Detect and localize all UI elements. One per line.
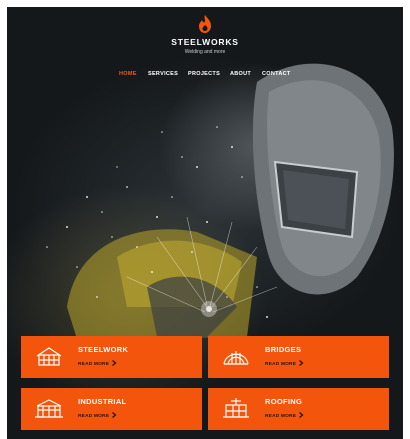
card-title: ROOFING	[265, 397, 303, 406]
card-title: INDUSTRIAL	[78, 397, 127, 406]
warehouse-icon	[36, 347, 62, 366]
card-title: BRIDGES	[265, 345, 302, 354]
nav-services[interactable]: SERVICES	[148, 71, 178, 77]
service-card-bridges[interactable]: BRIDGES READ MORE	[208, 336, 389, 378]
service-card-roofing[interactable]: ROOFING READ MORE	[208, 388, 389, 430]
main-nav: HOME SERVICES PROJECTS ABOUT CONTACT	[7, 71, 403, 81]
service-card-steelwork[interactable]: STEELWORK READ MORE	[21, 336, 202, 378]
flame-logo-icon[interactable]	[196, 14, 214, 34]
chevron-right-icon	[299, 412, 304, 418]
service-card-industrial[interactable]: INDUSTRIAL READ MORE	[21, 388, 202, 430]
chevron-right-icon	[112, 360, 117, 366]
card-title: STEELWORK	[78, 345, 129, 354]
page-frame: STEELWORKS Welding and more HOME SERVICE…	[7, 7, 403, 439]
nav-projects[interactable]: PROJECTS	[188, 71, 220, 77]
nav-contact[interactable]: CONTACT	[262, 71, 291, 77]
brand-tagline: Welding and more	[184, 49, 226, 55]
chevron-right-icon	[299, 360, 304, 366]
nav-home[interactable]: HOME	[119, 71, 137, 77]
read-more-link[interactable]: READ MORE	[78, 360, 117, 367]
read-more-link[interactable]: READ MORE	[265, 412, 304, 419]
arch-bridge-icon	[223, 351, 249, 365]
roof-frame-icon	[223, 398, 249, 418]
nav-about[interactable]: ABOUT	[230, 71, 251, 77]
chevron-right-icon	[112, 412, 117, 418]
read-more-link[interactable]: READ MORE	[78, 412, 117, 419]
industrial-building-icon	[35, 399, 63, 418]
read-more-link[interactable]: READ MORE	[265, 360, 304, 367]
brand-name[interactable]: STEELWORKS	[7, 37, 403, 47]
